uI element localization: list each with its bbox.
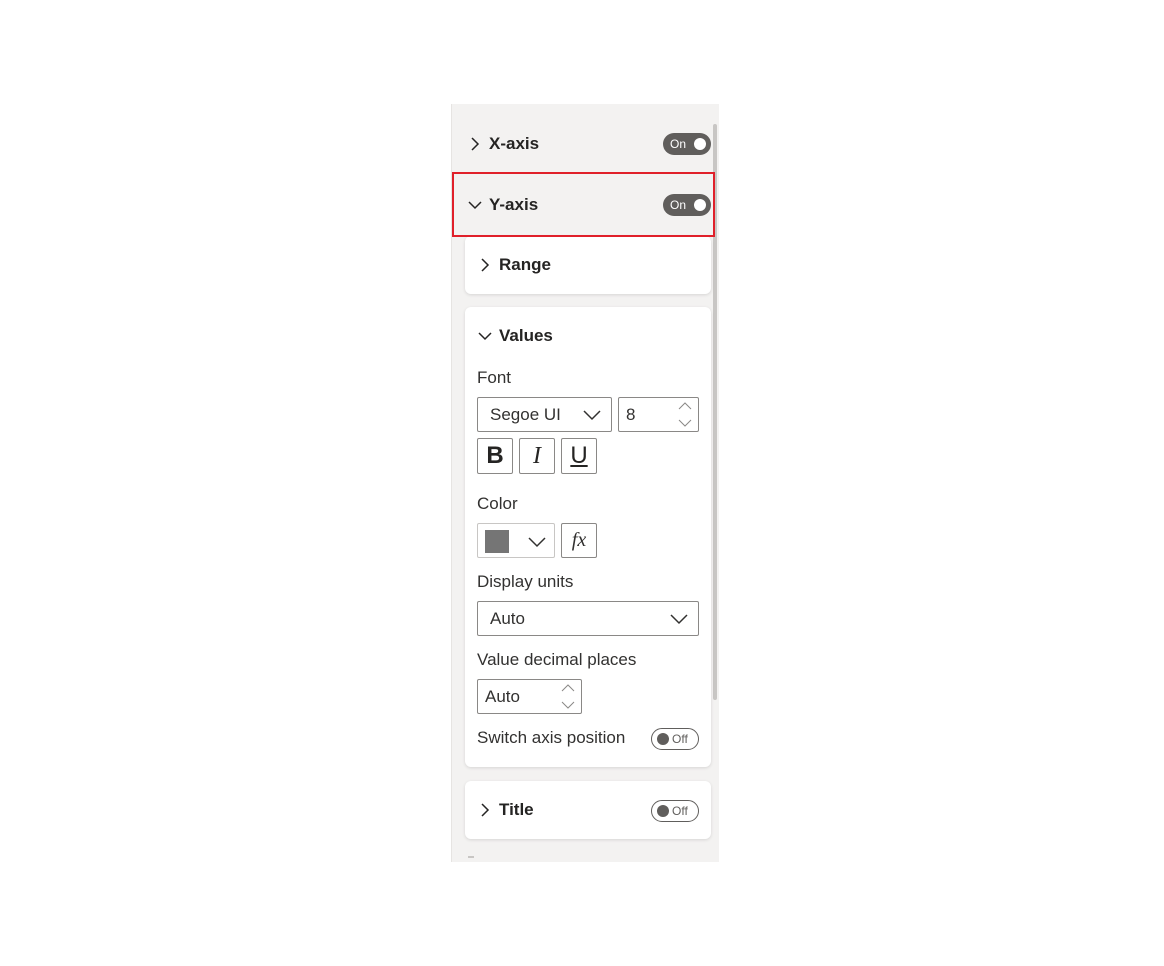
x-axis-toggle[interactable]: On — [663, 133, 711, 155]
chevron-down-icon — [583, 407, 601, 423]
values-header[interactable]: Values — [465, 307, 711, 365]
toggle-text: Off — [672, 732, 688, 746]
fx-button[interactable]: fx — [561, 523, 597, 558]
color-picker[interactable] — [477, 523, 555, 558]
font-size-value: 8 — [626, 404, 636, 424]
section-x-axis[interactable]: X-axis On — [452, 124, 719, 164]
italic-icon: I — [533, 442, 541, 469]
chevron-right-icon — [477, 257, 493, 273]
italic-button[interactable]: I — [519, 438, 555, 474]
section-label: Y-axis — [489, 195, 539, 214]
next-section-hint — [468, 856, 474, 858]
chevron-down-icon — [477, 328, 493, 344]
increment-icon[interactable] — [561, 683, 575, 693]
switch-axis-label: Switch axis position — [477, 728, 626, 747]
font-label: Font — [477, 368, 512, 387]
title-card: Title Off — [465, 781, 711, 839]
chevron-right-icon — [467, 136, 483, 152]
section-label: X-axis — [489, 134, 540, 153]
toggle-text: On — [670, 198, 687, 212]
chevron-right-icon — [477, 802, 493, 818]
decrement-icon[interactable] — [561, 700, 575, 710]
color-swatch — [485, 530, 509, 553]
section-y-axis[interactable]: Y-axis On — [452, 185, 719, 225]
increment-icon[interactable] — [678, 401, 692, 411]
decimal-places-value: Auto — [485, 686, 520, 706]
bold-button[interactable]: B — [477, 438, 513, 474]
toggle-knob — [694, 199, 706, 211]
font-family-dropdown[interactable]: Segoe UI — [477, 397, 612, 432]
display-units-label: Display units — [477, 572, 574, 591]
values-card: Values Font Segoe UI 8 B I U Color fx Di… — [465, 307, 711, 767]
toggle-knob — [694, 138, 706, 150]
display-units-value: Auto — [490, 608, 525, 628]
chevron-down-icon — [670, 611, 688, 627]
range-card: Range — [465, 236, 711, 294]
font-size-stepper[interactable]: 8 — [618, 397, 699, 432]
decrement-icon[interactable] — [678, 418, 692, 428]
title-label: Title — [499, 800, 534, 819]
y-axis-toggle[interactable]: On — [663, 194, 711, 216]
underline-icon: U — [570, 442, 588, 469]
chevron-down-icon — [467, 197, 483, 213]
scrollbar[interactable] — [713, 124, 717, 700]
display-units-dropdown[interactable]: Auto — [477, 601, 699, 636]
toggle-text: On — [670, 137, 687, 151]
range-label: Range — [499, 255, 551, 274]
switch-axis-toggle[interactable]: Off — [651, 728, 699, 750]
decimal-places-label: Value decimal places — [477, 650, 637, 669]
font-family-value: Segoe UI — [490, 404, 561, 424]
title-toggle[interactable]: Off — [651, 800, 699, 822]
decimal-places-stepper[interactable]: Auto — [477, 679, 582, 714]
fx-icon: fx — [571, 529, 587, 551]
values-label: Values — [499, 326, 553, 345]
toggle-text: Off — [672, 804, 688, 818]
range-header[interactable]: Range — [465, 236, 711, 294]
toggle-knob — [657, 805, 669, 817]
underline-button[interactable]: U — [561, 438, 597, 474]
bold-icon: B — [486, 442, 504, 469]
color-label: Color — [477, 494, 518, 513]
chevron-down-icon — [528, 534, 546, 550]
toggle-knob — [657, 733, 669, 745]
